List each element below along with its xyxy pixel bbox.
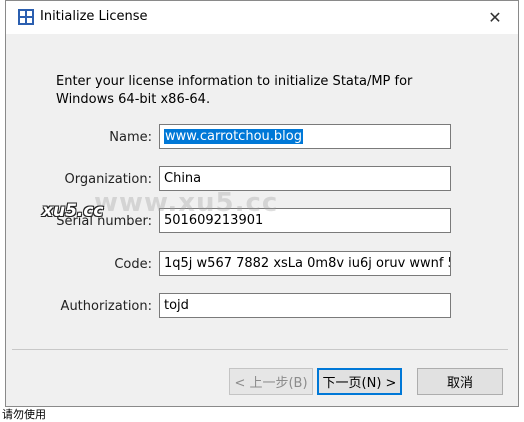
initialize-license-dialog: Initialize License ✕ Enter your license … — [5, 0, 519, 407]
name-field[interactable]: www.carrotchou.blog — [159, 124, 451, 149]
separator — [12, 349, 508, 350]
dialog-title: Initialize License — [40, 9, 148, 24]
name-value: www.carrotchou.blog — [164, 129, 303, 144]
name-label: Name: — [109, 130, 152, 145]
title-bar: Initialize License ✕ — [6, 1, 518, 34]
intro-text: Enter your license information to initia… — [56, 74, 413, 107]
watermark-logo: xu5.cc — [42, 201, 104, 221]
background-text: 请勿使用 — [2, 408, 46, 421]
code-label: Code: — [114, 257, 152, 272]
back-button[interactable]: < 上一步(B) — [229, 368, 313, 395]
authorization-label: Authorization: — [60, 299, 152, 314]
next-button[interactable]: 下一页(N) > — [317, 368, 402, 395]
organization-label: Organization: — [64, 172, 153, 187]
cancel-button[interactable]: 取消 — [417, 368, 503, 395]
stata-app-icon — [18, 9, 34, 25]
authorization-field[interactable]: tojd — [159, 293, 451, 318]
watermark-text: www.xu5.cc — [94, 188, 279, 218]
close-icon[interactable]: ✕ — [472, 1, 518, 34]
code-field[interactable]: 1q5j w567 7882 xsLa 0m8v iu6j oruv wwnf … — [159, 251, 451, 276]
